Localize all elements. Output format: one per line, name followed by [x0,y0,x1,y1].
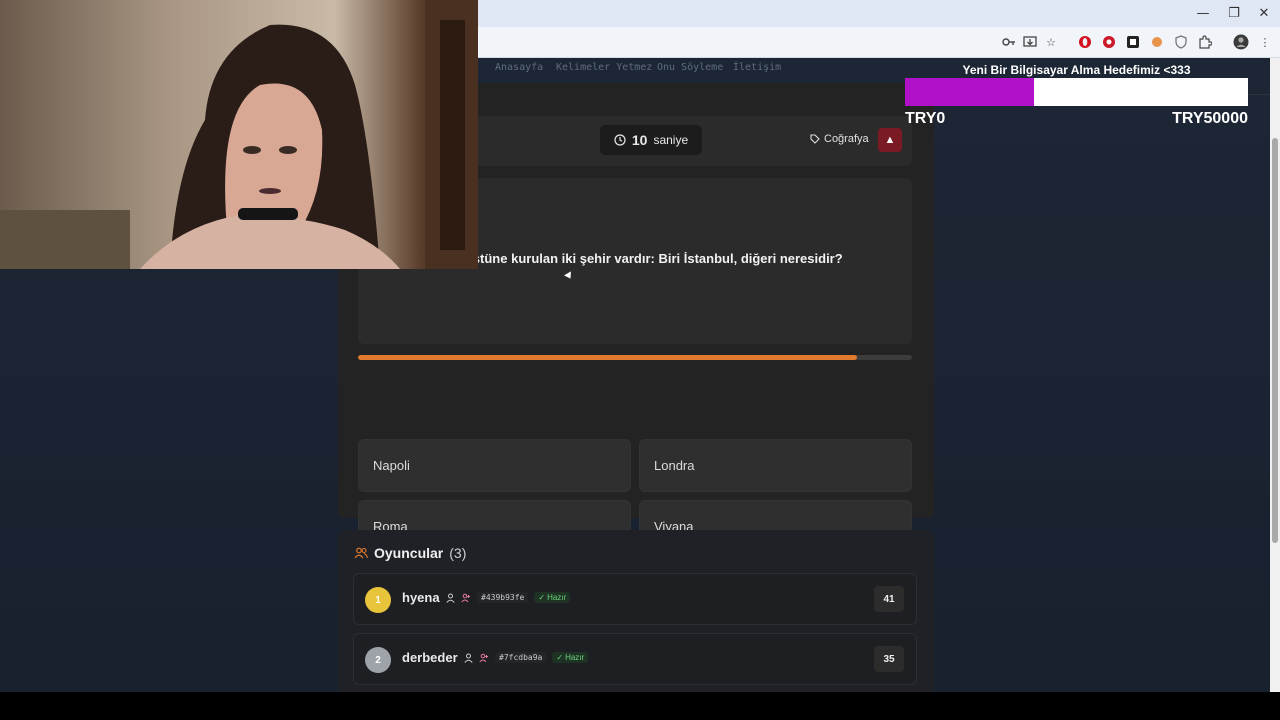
opera-extension-icon[interactable] [1077,34,1093,50]
player-rank-badge: 1 [365,587,391,613]
category-tag: Coğrafya [810,133,869,145]
player-status: Hazır [565,653,585,662]
page-scrollbar[interactable] [1270,58,1280,692]
user-icon [446,593,455,603]
category-label: Coğrafya [824,133,869,145]
players-count: (3) [449,545,467,561]
close-icon[interactable]: ✕ [1248,0,1280,27]
player-score: 41 [874,586,904,612]
bottom-black-bar [0,692,1280,720]
timer-unit: saniye [653,133,689,147]
clock-icon [614,134,626,146]
player-row: 1 hyena #439b93fe ✓ Hazır 41 [353,573,917,625]
player-hash: #7fcdba9a [495,652,547,663]
report-question-button[interactable]: ▲ [878,128,902,152]
orange-extension-icon[interactable] [1149,34,1165,50]
user-add-icon [479,653,488,662]
player-status: Hazır [547,593,567,602]
countdown-timer: 10 saniye [600,125,702,155]
webcam-image [0,0,478,269]
player-meta: #7fcdba9a ✓ Hazır [464,652,589,663]
players-panel: Oyuncular (3) 1 hyena #439b93fe ✓ Hazır … [338,530,934,692]
answer-option-1[interactable]: Napoli [358,439,631,492]
nav-link-contact[interactable]: İletişim [733,62,781,73]
player-row: 2 derbeder #7fcdba9a ✓ Hazır 35 [353,633,917,685]
player-meta: #439b93fe ✓ Hazır [446,592,571,603]
scrollbar-thumb[interactable] [1272,138,1278,543]
webcam-feed [0,0,478,269]
check-circle-icon: ✓ [556,653,564,662]
donation-goal-max: TRY50000 [1172,110,1248,127]
players-heading: Oyuncular (3) [354,545,466,561]
player-ready-badge: ✓ Hazır [534,592,571,603]
player-score: 35 [874,646,904,672]
user-add-icon [461,593,470,602]
player-name: derbeder [402,650,458,665]
answer-option-2[interactable]: Londra [639,439,912,492]
nav-link-kelimeler-yetmez[interactable]: Kelimeler Yetmez [556,62,652,73]
check-circle-icon: ✓ [538,593,546,602]
donation-goal-min: TRY0 [905,110,946,127]
donation-goal-title: Yeni Bir Bilgisayar Alma Hedefimiz <333 [962,63,1191,77]
red-extension-icon[interactable] [1101,34,1117,50]
screenshot-extension-icon[interactable] [1125,34,1141,50]
donation-goal-bar: 1 [905,78,1248,106]
password-key-icon[interactable] [1001,34,1017,50]
install-app-icon[interactable] [1022,34,1038,50]
restore-icon[interactable]: ❐ [1218,0,1250,27]
bookmark-star-icon[interactable]: ☆ [1043,34,1059,50]
players-title: Oyuncular [374,545,444,561]
shield-extension-icon[interactable] [1173,34,1189,50]
user-icon [464,653,473,663]
player-rank-badge: 2 [365,647,391,673]
player-hash: #439b93fe [477,592,529,603]
profile-avatar-icon[interactable] [1233,34,1249,50]
minimize-icon[interactable]: — [1187,0,1219,27]
player-name: hyena [402,590,440,605]
nav-link-home[interactable]: Anasayfa [495,62,543,73]
tag-icon [810,134,820,144]
nav-link-onu-soyleme[interactable]: Onu Söyleme [657,62,723,73]
time-progress-fill [358,355,857,360]
browser-menu-icon[interactable]: ⋮ [1257,34,1273,50]
extensions-puzzle-icon[interactable] [1197,34,1213,50]
warning-icon: ▲ [884,134,896,146]
player-ready-badge: ✓ Hazır [552,652,589,663]
timer-value: 10 [631,132,648,148]
users-icon [354,547,368,559]
time-progress-bar [358,355,912,360]
donation-goal-current: 1 [1152,85,1159,97]
